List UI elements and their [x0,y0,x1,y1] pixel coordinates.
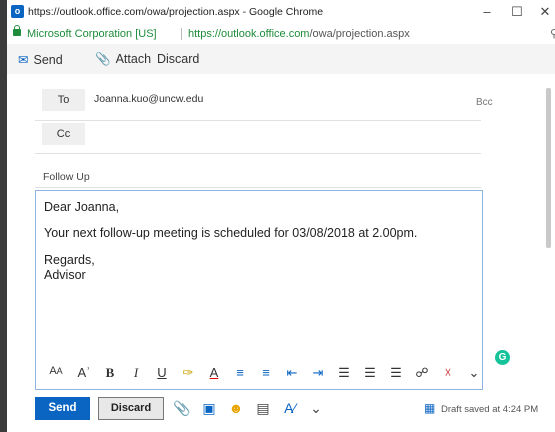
emoji-icon[interactable]: ☻ [227,400,245,416]
attach-icon[interactable]: 📎 [173,400,191,417]
more-options-chevron-icon[interactable]: ⌄ [465,365,483,381]
increase-indent-icon[interactable]: ⇥ [309,365,327,381]
url-text[interactable]: https://outlook.office.com/owa/projectio… [188,28,410,40]
subject-divider [35,187,481,188]
more-chevron-icon[interactable]: ⌄ [307,400,325,417]
lock-icon [13,25,21,36]
cc-row: Cc [35,120,481,154]
draft-saved-icon: ▦ [424,401,436,415]
attach-command-label: Attach [115,52,152,66]
command-bar: ✉ Send 📎 Attach Discard [7,44,555,74]
attach-command[interactable]: 📎 Attach [95,52,151,67]
font-color-icon[interactable]: A [205,365,223,380]
highlight-icon[interactable]: ✑ [179,365,197,381]
scrollbar[interactable] [546,88,551,248]
draft-status: Draft saved at 4:24 PM [441,404,539,415]
italic-icon[interactable]: I [127,365,145,381]
grammarly-icon[interactable]: G [495,350,510,365]
decrease-indent-icon[interactable]: ⇤ [283,365,301,381]
search-icon[interactable]: ⚲ [550,27,555,40]
send-command[interactable]: ✉ Send [18,52,63,67]
minimize-icon[interactable]: – [477,3,497,21]
discard-command[interactable]: Discard [157,52,199,66]
send-button[interactable]: Send [35,397,90,420]
align-right-icon[interactable]: ☰ [387,365,405,381]
send-icon: ✉ [18,53,29,67]
grow-font-icon[interactable]: Aʾ [75,365,93,380]
send-command-label: Send [33,53,63,67]
site-org: Microsoft Corporation [US] [27,28,157,40]
bcc-button[interactable]: Bcc [476,97,493,108]
subject-field[interactable]: Follow Up [43,171,90,183]
discard-button[interactable]: Discard [98,397,164,420]
address-bar[interactable]: Microsoft Corporation [US] https://outlo… [7,25,555,45]
paperclip-icon: 📎 [95,52,111,66]
body-closing: Regards, [44,253,95,267]
font-size-icon[interactable]: AA [47,365,65,377]
address-separator [181,28,182,40]
to-row: To Joanna.kuo@uncw.edu [35,84,481,121]
remove-link-icon[interactable]: ☓ [439,365,457,381]
outlook-favicon-icon: o [11,5,24,18]
maximize-icon[interactable]: ☐ [507,3,527,21]
insert-picture-icon[interactable]: ▣ [200,400,218,417]
close-icon[interactable]: ✕ [535,3,555,21]
url-host: https://outlook.office.com [188,28,310,40]
align-center-icon[interactable]: ☰ [361,365,379,381]
message-body[interactable]: Dear Joanna, Your next follow-up meeting… [35,190,483,390]
to-button[interactable]: To [42,89,85,111]
calendar-icon[interactable]: ▤ [254,400,272,417]
discard-command-label: Discard [157,52,200,66]
body-signature: Advisor [44,268,86,282]
window-edge [0,0,7,432]
cc-button[interactable]: Cc [42,123,85,145]
body-greeting: Dear Joanna, [44,200,120,214]
link-icon[interactable]: ☍ [413,365,431,381]
align-left-icon[interactable]: ☰ [335,365,353,381]
bold-icon[interactable]: B [101,365,119,381]
body-line: Your next follow-up meeting is scheduled… [44,226,418,240]
title-bar: o https://outlook.office.com/owa/project… [7,0,555,26]
browser-window: o https://outlook.office.com/owa/project… [7,0,555,432]
url-path: /owa/projection.aspx [309,28,410,40]
numbering-icon[interactable]: ≡ [257,365,275,380]
signature-icon[interactable]: A⁄ [281,400,299,416]
window-title: https://outlook.office.com/owa/projectio… [28,6,324,18]
to-recipient[interactable]: Joanna.kuo@uncw.edu [94,93,203,105]
bullets-icon[interactable]: ≡ [231,365,249,380]
underline-icon[interactable]: U [153,365,171,380]
